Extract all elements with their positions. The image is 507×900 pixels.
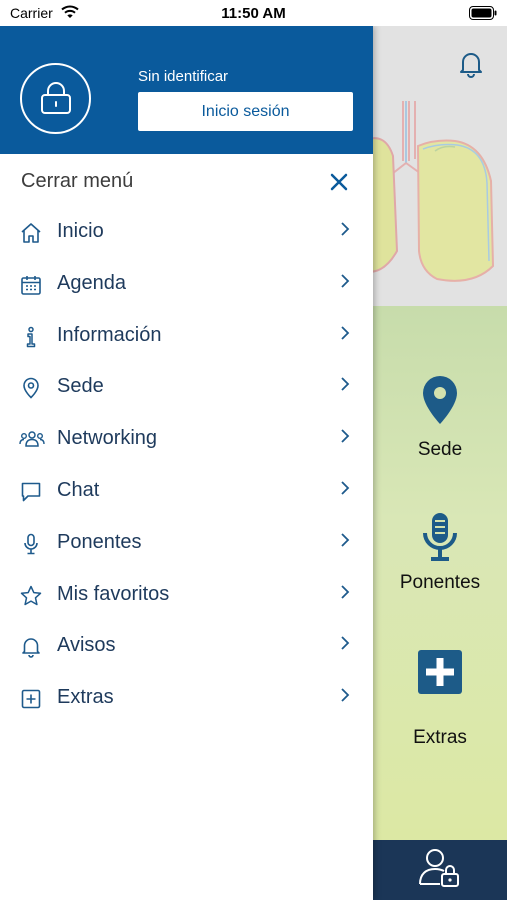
header-banner <box>362 26 507 306</box>
tile-label: Extras <box>413 727 467 748</box>
menu-item-label: Avisos <box>57 634 116 657</box>
location-pin-icon <box>373 374 507 431</box>
tile-sede[interactable]: Sede <box>373 374 507 461</box>
bottom-bar <box>373 840 507 900</box>
menu-item-label: Inicio <box>57 220 104 242</box>
menu-item-avisos[interactable]: Avisos <box>0 624 373 676</box>
menu-item-label: Sede <box>57 375 104 398</box>
tiles-area: Sede Ponentes Extras <box>373 306 507 840</box>
menu-item-label: Networking <box>57 427 158 450</box>
menu-item-label: Chat <box>57 478 100 501</box>
plus-square-icon <box>20 688 42 710</box>
status-bar: Carrier 11:50 AM <box>0 0 507 26</box>
tile-label: Sede <box>417 439 463 460</box>
clock-time: 11:50 AM <box>221 5 286 22</box>
chevron-right-icon <box>340 584 350 605</box>
battery-icon <box>469 6 497 25</box>
plus-square-icon <box>373 650 507 699</box>
menu-item-ponentes[interactable]: Ponentes <box>0 521 373 573</box>
menu-item-sede[interactable]: Sede <box>0 365 373 417</box>
menu-item-label: Agenda <box>57 271 126 294</box>
drawer-header: Sin identificar Inicio sesión <box>0 26 373 154</box>
microphone-icon <box>20 533 42 555</box>
side-drawer: Sin identificar Inicio sesión Cerrar men… <box>0 26 373 900</box>
bell-icon[interactable] <box>458 50 484 83</box>
chevron-right-icon <box>340 273 350 294</box>
close-menu-row[interactable]: Cerrar menú <box>0 154 373 210</box>
chevron-right-icon <box>340 428 350 449</box>
menu-item-informacion[interactable]: Información <box>0 314 373 366</box>
chevron-right-icon <box>340 376 350 397</box>
background-app: Sede Ponentes Extras <box>362 26 507 900</box>
close-menu-label: Cerrar menú <box>21 170 134 192</box>
login-button[interactable]: Inicio sesión <box>138 92 353 131</box>
menu-item-label: Información <box>57 323 162 346</box>
menu-item-agenda[interactable]: Agenda <box>0 262 373 314</box>
microphone-icon <box>373 511 507 568</box>
menu-item-networking[interactable]: Networking <box>0 417 373 469</box>
menu-item-label: Ponentes <box>57 530 142 553</box>
tile-extras[interactable]: Extras <box>373 650 507 749</box>
info-icon <box>20 326 42 348</box>
chevron-right-icon <box>340 687 350 708</box>
chevron-right-icon <box>340 221 350 242</box>
home-icon <box>20 222 42 244</box>
menu-item-label: Extras <box>57 686 114 709</box>
tile-ponentes[interactable]: Ponentes <box>373 511 507 594</box>
chat-bubble-icon <box>20 481 42 503</box>
menu-item-label: Mis favoritos <box>57 582 170 605</box>
close-icon[interactable] <box>330 173 348 196</box>
bell-icon <box>20 636 42 659</box>
star-icon <box>20 585 42 607</box>
chevron-right-icon <box>340 532 350 553</box>
user-status-label: Sin identificar <box>138 68 229 85</box>
tile-label: Ponentes <box>399 572 481 593</box>
chevron-right-icon <box>340 635 350 656</box>
lock-icon <box>20 63 91 134</box>
lungs-illustration <box>362 101 507 296</box>
location-pin-icon <box>20 377 42 399</box>
people-icon <box>19 429 45 451</box>
menu-item-inicio[interactable]: Inicio <box>0 210 373 262</box>
menu-item-extras[interactable]: Extras <box>0 676 373 728</box>
drawer-menu: Inicio Agenda Información Sede Networkin… <box>0 210 373 728</box>
chevron-right-icon <box>340 325 350 346</box>
user-lock-icon[interactable] <box>418 848 464 893</box>
menu-item-mis-favoritos[interactable]: Mis favoritos <box>0 573 373 625</box>
menu-item-chat[interactable]: Chat <box>0 469 373 521</box>
chevron-right-icon <box>340 480 350 501</box>
calendar-icon <box>20 274 42 296</box>
